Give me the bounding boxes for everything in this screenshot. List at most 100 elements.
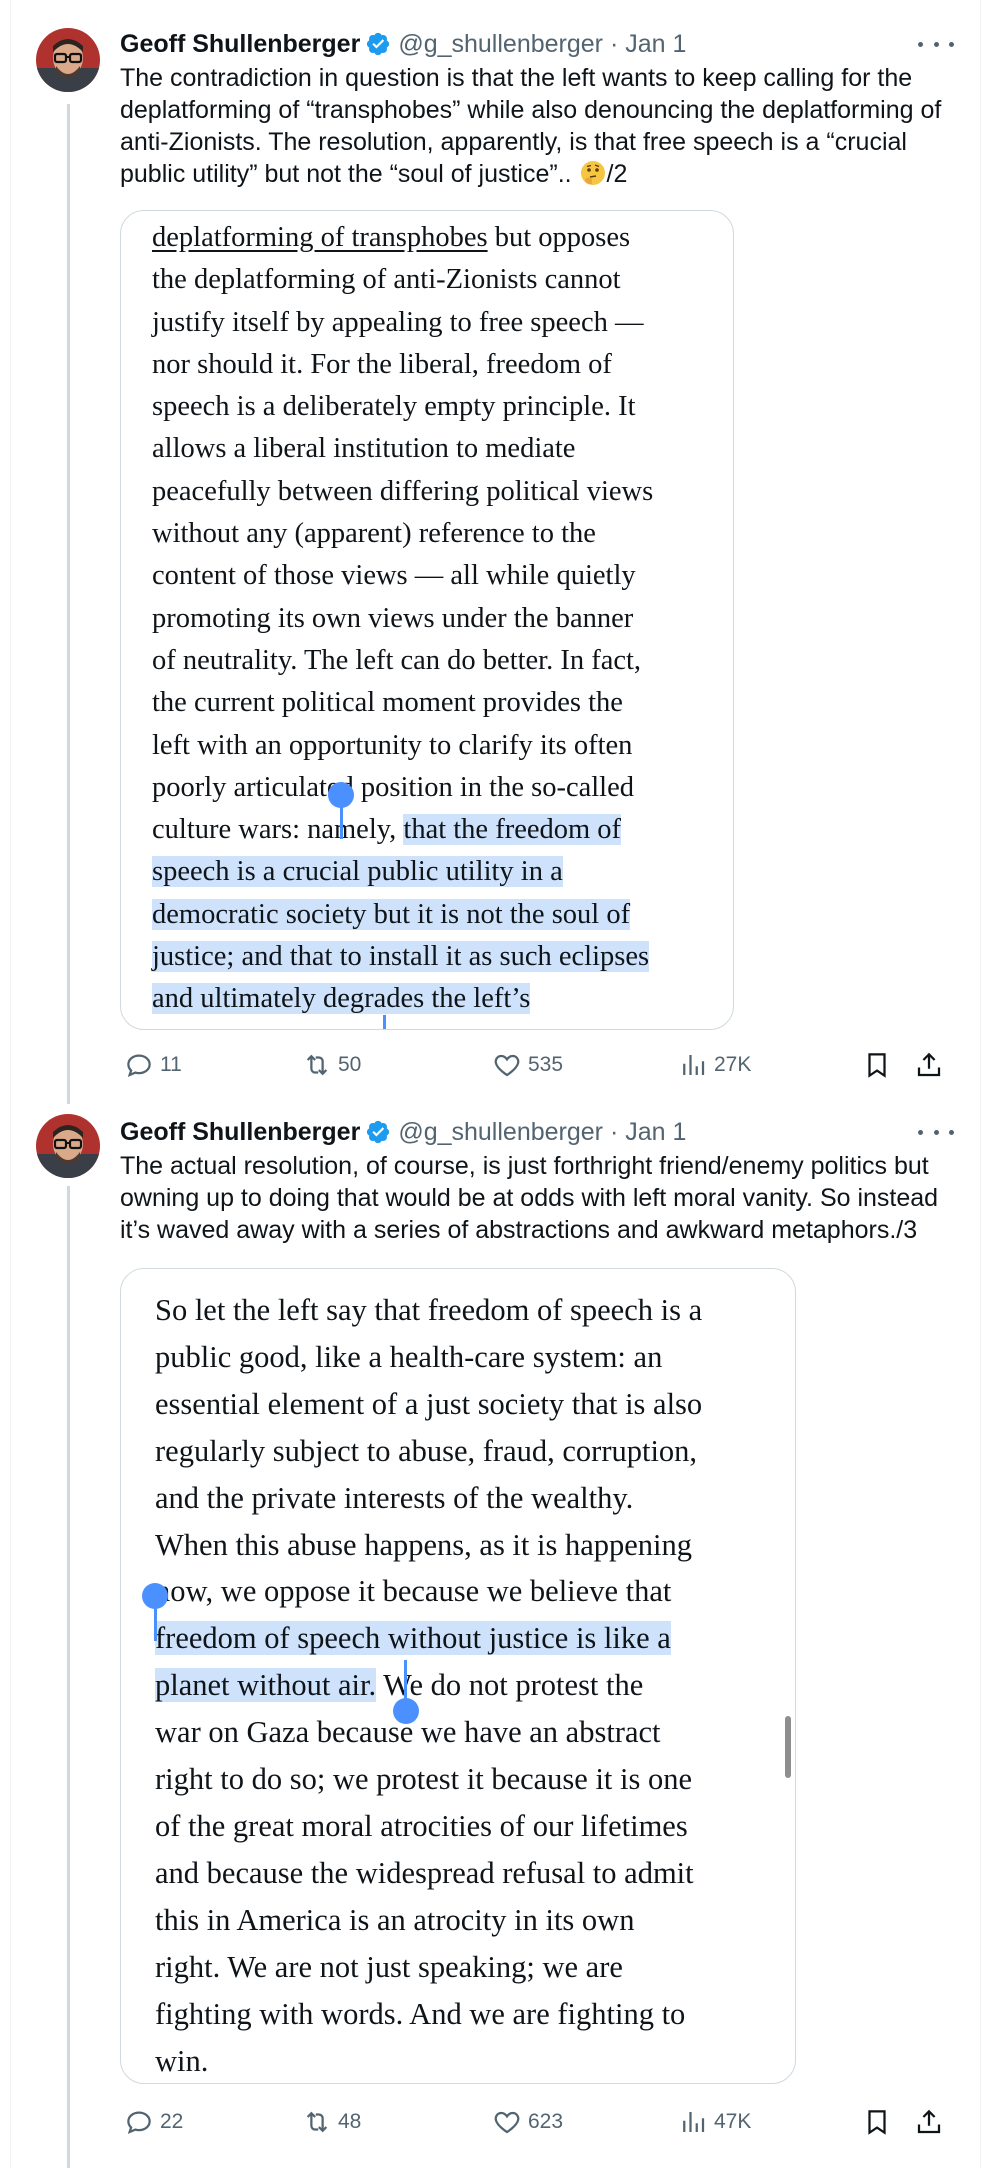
text-segment: win. <box>155 2043 209 2078</box>
like-count: 535 <box>528 1053 564 1076</box>
quoted-text-line: speech is a crucial public utility in a <box>152 851 653 893</box>
selection-end-handle[interactable] <box>393 1698 419 1724</box>
text-segment: the current political moment provides th… <box>152 687 623 719</box>
text-segment: speech is a deliberately empty principle… <box>152 391 636 423</box>
verified-badge-icon <box>365 31 391 57</box>
repost-icon <box>306 2111 328 2133</box>
text-segment: We do not protest the <box>376 1668 644 1703</box>
author-name[interactable]: Geoff Shullenberger <box>120 30 360 59</box>
quoted-text-line: So let the left say that freedom of spee… <box>155 1287 702 1334</box>
quoted-text-line: right to do so; we protest it because it… <box>155 1756 702 1803</box>
quoted-text-line: now, we oppose it because we believe tha… <box>155 1568 702 1615</box>
views-count: 27K <box>714 1053 752 1076</box>
quoted-text-line: public good, like a health-care system: … <box>155 1334 702 1381</box>
bookmark-icon[interactable] <box>861 2104 893 2140</box>
avatar[interactable] <box>36 1114 100 1178</box>
repost-button[interactable]: 50 <box>302 1047 361 1083</box>
text-segment: public good, like a health-care system: … <box>155 1339 663 1374</box>
text-segment: regularly subject to abuse, fraud, corru… <box>155 1433 698 1468</box>
quoted-text-line: When this abuse happens, as it is happen… <box>155 1522 702 1569</box>
quoted-text-line: freedom of speech without justice is lik… <box>155 1615 702 1662</box>
selected-text: justice; and that to install it as such … <box>152 941 650 973</box>
quoted-text-line: poorly articulated position in the so-ca… <box>152 767 653 809</box>
text-segment: without any (apparent) reference to the <box>152 518 596 550</box>
selection-start-handle[interactable] <box>142 1583 168 1609</box>
quoted-text-line: justify itself by appealing to free spee… <box>152 302 653 344</box>
author-handle[interactable]: @g_shullenberger <box>398 1118 603 1147</box>
selected-text: planet without air. <box>155 1668 377 1703</box>
avatar[interactable] <box>36 28 100 92</box>
tweet-date[interactable]: · Jan 1 <box>610 1118 686 1147</box>
bookmark-icon[interactable] <box>861 1047 893 1083</box>
underlined-text: deplatforming of transphobes <box>152 222 488 253</box>
share-icon[interactable] <box>913 2104 945 2140</box>
quoted-text: So let the left say that freedom of spee… <box>155 1287 703 2083</box>
author-name[interactable]: Geoff Shullenberger <box>120 1118 360 1147</box>
thinking-face-icon <box>579 159 607 187</box>
like-count: 623 <box>528 2110 564 2133</box>
tweet-header: Geoff Shullenberger @g_shullenberger · J… <box>120 28 686 60</box>
selected-text: that the freedom of <box>403 814 622 846</box>
share-icon[interactable] <box>913 1047 945 1083</box>
selected-text: freedom of speech without justice is lik… <box>155 1621 671 1656</box>
text-segment: nor should it. For the liberal, freedom … <box>152 348 612 380</box>
text-segment: peacefully between differing political v… <box>152 475 654 507</box>
text-segment: right. We are not just speaking; we are <box>155 1949 623 1984</box>
tweet-actions: 22 48 623 47K <box>120 2104 950 2140</box>
quoted-text-line: allows a liberal institution to mediate <box>152 428 653 470</box>
like-button[interactable]: 623 <box>492 2104 563 2140</box>
quoted-text-line: nor should it. For the liberal, freedom … <box>152 344 653 386</box>
quoted-text-line: right. We are not just speaking; we are <box>155 1944 702 1991</box>
reply-button[interactable]: 22 <box>124 2104 183 2140</box>
quoted-text-line: regularly subject to abuse, fraud, corru… <box>155 1428 702 1475</box>
text-segment: promoting its own views under the banner <box>152 602 634 634</box>
quoted-text-line: fighting with words. And we are fighting… <box>155 1991 702 2038</box>
quoted-image-card[interactable]: So let the left say that freedom of spee… <box>120 1268 796 2084</box>
text-segment: of neutrality. The left can do better. I… <box>152 644 642 676</box>
quoted-text-line: the deplatforming of anti-Zionists canno… <box>152 259 653 301</box>
repost-button[interactable]: 48 <box>302 2104 361 2140</box>
quoted-text: deplatforming of transphobes but opposes… <box>152 217 653 1021</box>
text-segment: now, we oppose it because we believe tha… <box>155 1574 672 1609</box>
text-segment: and the private interests of the wealthy… <box>155 1480 634 1515</box>
text-segment: this in America is an atrocity in its ow… <box>155 1902 635 1937</box>
views-button[interactable]: 47K <box>678 2104 751 2140</box>
text-segment: poorly articulated position in the so-ca… <box>152 771 634 803</box>
selection-end-caret[interactable] <box>383 1015 386 1029</box>
reply-icon <box>127 1054 151 1077</box>
quoted-text-line: the current political moment provides th… <box>152 682 653 724</box>
selected-text: speech is a crucial public utility in a <box>152 856 563 888</box>
quoted-text-line: this in America is an atrocity in its ow… <box>155 1897 702 1944</box>
quoted-image-card[interactable]: deplatforming of transphobes but opposes… <box>120 210 734 1030</box>
quoted-text-line: of neutrality. The left can do better. I… <box>152 640 653 682</box>
text-segment: of the great moral atrocities of our lif… <box>155 1808 688 1843</box>
thread-connector-line <box>67 1186 70 2168</box>
tweet-text-suffix: /2 <box>606 160 628 188</box>
heart-icon <box>494 2111 520 2134</box>
verified-badge-icon <box>365 1119 391 1145</box>
frame-border-right <box>980 0 981 2168</box>
reply-button[interactable]: 11 <box>124 1047 182 1083</box>
quoted-text-line: and the private interests of the wealthy… <box>155 1475 702 1522</box>
quoted-text-line: left with an opportunity to clarify its … <box>152 725 653 767</box>
quoted-text-line: without any (apparent) reference to the <box>152 513 653 555</box>
repost-icon <box>306 1054 328 1076</box>
repost-count: 48 <box>338 2110 362 2133</box>
author-handle[interactable]: @g_shullenberger <box>398 30 603 59</box>
frame-border-left <box>10 0 11 2168</box>
tweet-date[interactable]: · Jan 1 <box>610 30 686 59</box>
reply-icon <box>127 2111 151 2134</box>
text-segment: essential element of a just society that… <box>155 1386 703 1421</box>
scrollbar-thumb[interactable] <box>785 1716 791 1778</box>
thread-connector-line <box>67 104 70 1104</box>
more-options-icon[interactable] <box>918 34 954 54</box>
quoted-text-line: of the great moral atrocities of our lif… <box>155 1803 702 1850</box>
selection-start-handle[interactable] <box>328 782 354 808</box>
more-options-icon[interactable] <box>918 1122 954 1142</box>
like-button[interactable]: 535 <box>492 1047 563 1083</box>
selected-text: democratic society but it is not the sou… <box>152 898 631 930</box>
views-button[interactable]: 27K <box>678 1047 751 1083</box>
quoted-text-line: culture wars: namely, that the freedom o… <box>152 809 653 851</box>
text-segment: right to do so; we protest it because it… <box>155 1762 693 1797</box>
quoted-text-line: and ultimately degrades the left’s <box>152 978 653 1020</box>
